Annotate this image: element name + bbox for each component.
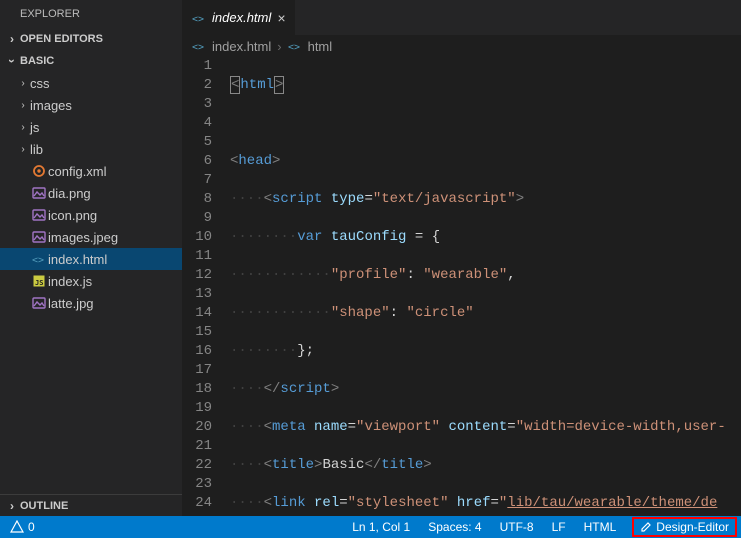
workspace-header[interactable]: › BASIC	[0, 50, 182, 72]
file-index-html[interactable]: <> index.html	[0, 248, 182, 270]
editor-area: <> index.html × <> index.html › <> html …	[182, 0, 741, 516]
file-config-xml[interactable]: config.xml	[0, 160, 182, 182]
editor-tabs: <> index.html ×	[182, 0, 741, 35]
chevron-right-icon: ›	[16, 144, 30, 155]
image-icon	[30, 208, 48, 222]
status-eol[interactable]: LF	[550, 520, 568, 534]
design-editor-label: Design-Editor	[656, 520, 729, 534]
workspace-name: BASIC	[20, 55, 54, 67]
folder-js[interactable]: › js	[0, 116, 182, 138]
html-icon: <>	[192, 11, 206, 25]
svg-text:<>: <>	[192, 42, 204, 53]
file-tree: › css › images › js › lib config.xml	[0, 72, 182, 494]
image-icon	[30, 296, 48, 310]
folder-css[interactable]: › css	[0, 72, 182, 94]
symbol-icon: <>	[288, 39, 302, 53]
folder-lib[interactable]: › lib	[0, 138, 182, 160]
problems-count: 0	[28, 520, 35, 534]
outline-header[interactable]: › OUTLINE	[0, 494, 182, 516]
status-bar: 0 Ln 1, Col 1 Spaces: 4 UTF-8 LF HTML De…	[0, 516, 741, 538]
outline-label: OUTLINE	[20, 500, 68, 512]
status-encoding[interactable]: UTF-8	[498, 520, 536, 534]
explorer-sidebar: EXPLORER › OPEN EDITORS › BASIC › css › …	[0, 0, 182, 516]
code-editor[interactable]: 123456789101112131415161718192021222324 …	[182, 57, 741, 516]
tab-index-html[interactable]: <> index.html ×	[182, 0, 296, 35]
status-problems[interactable]: 0	[8, 520, 37, 534]
close-icon[interactable]: ×	[277, 10, 285, 26]
code-content: <html> <head> ····<script type="text/jav…	[230, 57, 741, 516]
svg-text:<>: <>	[192, 14, 204, 25]
breadcrumb[interactable]: <> index.html › <> html	[182, 35, 741, 57]
line-numbers: 123456789101112131415161718192021222324	[182, 57, 230, 516]
breadcrumb-symbol: html	[308, 39, 333, 54]
chevron-right-icon: ›	[4, 32, 20, 46]
explorer-title: EXPLORER	[0, 0, 182, 28]
xml-icon	[30, 164, 48, 178]
file-index-js[interactable]: JS index.js	[0, 270, 182, 292]
status-spaces[interactable]: Spaces: 4	[426, 520, 483, 534]
status-lncol[interactable]: Ln 1, Col 1	[350, 520, 412, 534]
chevron-right-icon: ›	[16, 122, 30, 133]
chevron-right-icon: ›	[277, 39, 281, 54]
html-icon: <>	[192, 39, 206, 53]
file-icon-png[interactable]: icon.png	[0, 204, 182, 226]
warning-icon	[10, 520, 24, 534]
image-icon	[30, 230, 48, 244]
tab-label: index.html	[212, 10, 271, 25]
svg-text:<>: <>	[32, 255, 44, 266]
status-language[interactable]: HTML	[582, 520, 619, 534]
chevron-right-icon: ›	[16, 78, 30, 89]
js-icon: JS	[30, 274, 48, 288]
chevron-right-icon: ›	[16, 100, 30, 111]
chevron-down-icon: ›	[5, 53, 19, 69]
file-latte-jpg[interactable]: latte.jpg	[0, 292, 182, 314]
file-dia-png[interactable]: dia.png	[0, 182, 182, 204]
design-editor-button[interactable]: Design-Editor	[632, 517, 737, 537]
file-images-jpeg[interactable]: images.jpeg	[0, 226, 182, 248]
folder-images[interactable]: › images	[0, 94, 182, 116]
pencil-icon	[640, 521, 652, 533]
svg-text:<>: <>	[288, 42, 300, 53]
svg-text:JS: JS	[35, 279, 43, 287]
breadcrumb-file: index.html	[212, 39, 271, 54]
image-icon	[30, 186, 48, 200]
open-editors-label: OPEN EDITORS	[20, 33, 103, 45]
html-icon: <>	[30, 252, 48, 266]
open-editors-header[interactable]: › OPEN EDITORS	[0, 28, 182, 50]
chevron-right-icon: ›	[4, 499, 20, 513]
